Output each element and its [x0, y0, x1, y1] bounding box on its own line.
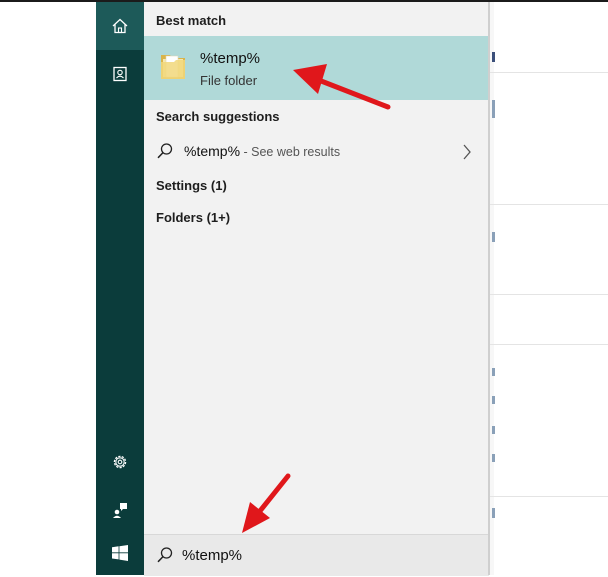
search-icon	[156, 546, 174, 569]
category-count: (1)	[210, 178, 227, 193]
background-window-mark	[492, 232, 495, 242]
background-window-mark	[492, 508, 495, 518]
rail-feedback-button[interactable]	[96, 486, 144, 534]
chevron-right-icon	[461, 142, 473, 167]
background-window-mark	[492, 454, 495, 462]
suggestion-text: %temp% - See web results	[184, 143, 340, 159]
background-window-mark	[492, 100, 495, 118]
best-match-name: %temp%	[200, 50, 261, 67]
category-folders[interactable]: Folders (1+)	[156, 210, 230, 225]
search-icon	[156, 142, 174, 165]
rail-documents-button[interactable]	[96, 50, 144, 98]
gear-icon	[111, 453, 129, 471]
background-window-mark	[492, 426, 495, 434]
category-label: Folders	[156, 210, 203, 225]
folder-icon	[158, 50, 188, 82]
suggestion-suffix: - See web results	[240, 145, 341, 159]
background-window-mark	[492, 368, 495, 376]
category-label: Settings	[156, 178, 208, 193]
search-suggestions-heading: Search suggestions	[156, 109, 280, 124]
windows-logo-icon	[112, 545, 128, 561]
web-suggestion-row[interactable]: %temp% - See web results	[144, 136, 489, 168]
background-window-line	[490, 72, 608, 73]
rail-settings-button[interactable]	[96, 438, 144, 486]
start-menu-rail	[96, 2, 144, 575]
background-window-mark	[492, 52, 495, 62]
search-input[interactable]	[182, 544, 472, 566]
rail-start-button[interactable]	[96, 529, 144, 577]
background-window-line	[490, 496, 608, 497]
best-match-type: File folder	[200, 73, 258, 88]
background-window	[490, 2, 608, 575]
document-icon	[111, 65, 129, 83]
search-results-panel: Best match %temp% File folder Search sug…	[144, 2, 489, 576]
search-box[interactable]	[144, 534, 489, 576]
background-window-mark	[492, 396, 495, 404]
background-window-line	[490, 294, 608, 295]
home-icon	[111, 17, 129, 35]
best-match-heading: Best match	[156, 13, 227, 28]
desktop-left-area	[0, 2, 96, 575]
feedback-icon	[111, 501, 129, 519]
background-window-line	[490, 344, 608, 345]
background-window-edge	[490, 2, 494, 575]
category-settings[interactable]: Settings (1)	[156, 178, 227, 193]
rail-home-button[interactable]	[96, 2, 144, 50]
background-window-line	[490, 204, 608, 205]
suggestion-query: %temp%	[184, 143, 241, 159]
best-match-result[interactable]: %temp% File folder	[144, 36, 489, 100]
category-count: (1+)	[206, 210, 231, 225]
